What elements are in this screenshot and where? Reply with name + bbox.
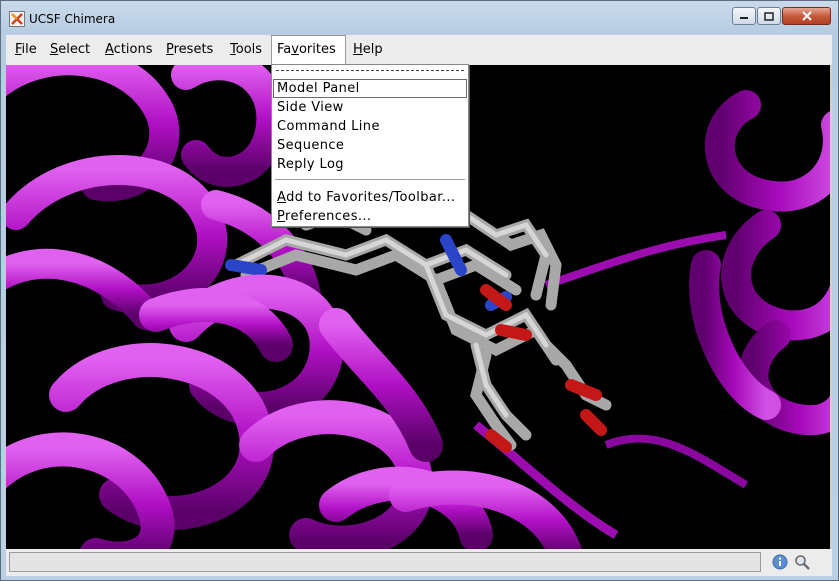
menu-item-preferences[interactable]: Preferences... [273,207,467,226]
info-icon[interactable] [772,554,788,570]
minimize-button[interactable] [732,7,756,25]
menu-bar: File Select Actions Presets Tools Favori… [6,35,832,66]
menu-tools[interactable]: Tools [225,35,267,65]
menu-actions[interactable]: Actions [100,35,158,65]
menu-presets[interactable]: Presets [161,35,218,65]
minimize-icon [740,17,748,19]
maximize-icon [764,11,774,21]
close-button[interactable] [782,7,831,25]
menu-item-add-to-favorites[interactable]: Add to Favorites/Toolbar... [273,188,467,207]
menu-favorites[interactable]: Favorites [271,35,346,65]
title-bar[interactable]: UCSF Chimera [1,1,838,33]
chimera-icon [9,11,25,27]
tearoff-line[interactable] [276,70,464,71]
close-icon [801,11,812,21]
menu-separator [275,179,465,180]
maximize-button[interactable] [757,7,781,25]
menu-item-side-view[interactable]: Side View [273,98,467,117]
status-message [9,552,761,572]
menu-item-reply-log[interactable]: Reply Log [273,155,467,174]
menu-item-command-line[interactable]: Command Line [273,117,467,136]
menu-help[interactable]: Help [348,35,388,65]
status-bar [6,549,832,576]
favorites-menu: Model Panel Side View Command Line Seque… [271,64,469,227]
window-frame: UCSF Chimera File Select Actions Presets… [0,0,839,581]
menu-file[interactable]: File [10,35,42,65]
window-title: UCSF Chimera [29,12,116,26]
menu-item-sequence[interactable]: Sequence [273,136,467,155]
magnifier-icon[interactable] [794,554,810,570]
menu-item-model-panel[interactable]: Model Panel [273,79,467,98]
menu-select[interactable]: Select [45,35,95,65]
